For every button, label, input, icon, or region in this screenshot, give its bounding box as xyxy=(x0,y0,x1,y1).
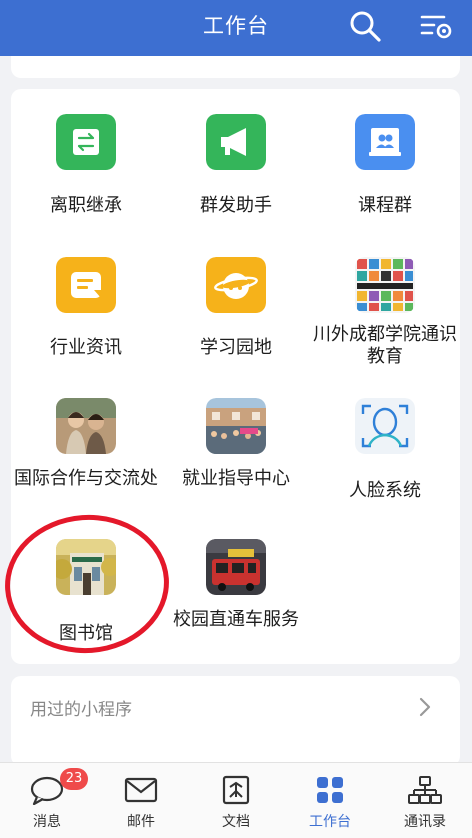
contacts-icon xyxy=(408,776,442,804)
education-mosaic-icon xyxy=(355,257,415,313)
app-label: 学习园地 xyxy=(200,337,272,358)
app-industry-news[interactable]: 行业资讯 xyxy=(11,257,161,367)
app-label: 课程群 xyxy=(358,195,412,216)
tab-label: 工作台 xyxy=(309,814,351,830)
page-title: 工作台 xyxy=(203,14,269,38)
app-general-education[interactable]: 川外成都学院通识教育 xyxy=(310,257,460,367)
app-label: 行业资讯 xyxy=(50,337,122,358)
document-icon xyxy=(222,775,250,805)
planet-icon xyxy=(206,257,266,313)
search-icon[interactable] xyxy=(348,9,382,43)
app-course-group[interactable]: 课程群 xyxy=(310,114,460,224)
bus-photo-icon xyxy=(206,539,266,595)
transfer-icon xyxy=(56,114,116,170)
app-label: 就业指导中心 xyxy=(182,468,290,489)
app-face-system[interactable]: 人脸系统 xyxy=(310,398,460,518)
top-bar: 工作台 xyxy=(0,0,472,56)
app-resignation-inherit[interactable]: 离职继承 xyxy=(11,114,161,224)
app-international-office[interactable]: 国际合作与交流处 xyxy=(11,398,161,518)
app-label: 离职继承 xyxy=(50,195,122,216)
app-study-garden[interactable]: 学习园地 xyxy=(161,257,311,367)
workbench-icon xyxy=(317,777,343,803)
app-mass-message[interactable]: 群发助手 xyxy=(161,114,311,224)
tab-messages[interactable]: 23 消息 xyxy=(0,763,94,838)
tab-workbench[interactable]: 工作台 xyxy=(283,763,377,838)
unread-badge: 23 xyxy=(60,768,88,790)
campus-crowd-photo-icon xyxy=(206,398,266,454)
megaphone-icon xyxy=(206,114,266,170)
previous-card-edge xyxy=(11,56,460,78)
message-icon xyxy=(30,776,64,805)
tab-label: 消息 xyxy=(33,814,61,830)
app-label: 国际合作与交流处 xyxy=(14,468,158,489)
tab-contacts[interactable]: 通讯录 xyxy=(378,763,472,838)
tab-label: 文档 xyxy=(222,814,250,830)
students-photo-icon xyxy=(56,398,116,454)
bottom-tab-bar: 23 消息 邮件 文档 工作台 通讯录 xyxy=(0,762,472,838)
chevron-right-icon xyxy=(419,697,431,717)
app-label: 川外成都学院通识教育 xyxy=(313,324,457,367)
mini-programs-label: 用过的小程序 xyxy=(30,700,132,720)
tab-label: 通讯录 xyxy=(404,814,446,830)
tab-documents[interactable]: 文档 xyxy=(189,763,283,838)
news-icon xyxy=(56,257,116,313)
tab-label: 邮件 xyxy=(127,814,155,830)
face-scan-icon xyxy=(355,398,415,454)
mail-icon xyxy=(124,777,158,803)
tab-mail[interactable]: 邮件 xyxy=(94,763,188,838)
app-label: 群发助手 xyxy=(200,195,272,216)
used-mini-programs[interactable]: 用过的小程序 xyxy=(11,676,460,766)
course-group-icon xyxy=(355,114,415,170)
app-career-center[interactable]: 就业指导中心 xyxy=(161,398,311,518)
filter-settings-icon[interactable] xyxy=(418,11,454,43)
app-label: 人脸系统 xyxy=(349,480,421,501)
app-campus-shuttle[interactable]: 校园直通车服务 xyxy=(161,539,311,654)
app-label: 校园直通车服务 xyxy=(173,609,299,630)
